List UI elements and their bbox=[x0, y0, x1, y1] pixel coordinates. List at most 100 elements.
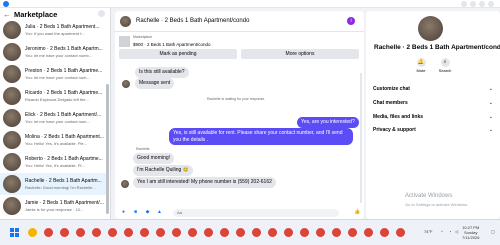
chrome-icon[interactable] bbox=[284, 228, 293, 237]
facebook-logo-icon[interactable] bbox=[3, 1, 9, 7]
conversation-item[interactable]: Jamie · 2 Beds 1 Bath Apartment/... Jami… bbox=[0, 195, 106, 217]
chat-avatar[interactable] bbox=[120, 16, 131, 27]
listing-thumbnail[interactable] bbox=[119, 36, 130, 47]
weather-widget[interactable]: 74°F bbox=[424, 229, 433, 234]
network-icon[interactable]: ◔ bbox=[449, 229, 451, 234]
search-button[interactable]: ⌕ Search bbox=[434, 58, 456, 73]
search-label: Search bbox=[438, 68, 452, 73]
chrome-icon[interactable] bbox=[252, 228, 261, 237]
notifications-icon[interactable]: ▢ bbox=[491, 229, 495, 234]
avatar bbox=[3, 131, 21, 149]
avatar bbox=[3, 153, 21, 171]
windows-start-icon[interactable] bbox=[10, 228, 19, 237]
top-right-controls bbox=[461, 1, 494, 7]
avatar bbox=[3, 197, 21, 215]
conversation-item[interactable]: Julia · 2 Beds 1 Bath Apartment... You: … bbox=[0, 19, 106, 41]
conversation-item[interactable]: Jeronimo · 2 Beds 1 Bath Apartm... You: … bbox=[0, 41, 106, 63]
profile-avatar[interactable] bbox=[418, 16, 443, 41]
customize-chat-item[interactable]: Customize chat ⌄ bbox=[373, 86, 493, 92]
chrome-icon[interactable] bbox=[364, 228, 373, 237]
chrome-icon[interactable] bbox=[236, 228, 245, 237]
chrome-icon[interactable] bbox=[44, 228, 53, 237]
conversation-name: Molina · 2 Beds 1 Bath Apartment... bbox=[25, 134, 104, 140]
microphone-icon[interactable]: ● bbox=[121, 210, 126, 215]
conversation-preview: You: let me have your contact num... bbox=[25, 119, 90, 124]
conversation-preview: You: If you want the apartment t... bbox=[25, 31, 85, 36]
listing-title[interactable]: $900 · 2 Beds 1 Bath Apartment/condo bbox=[133, 42, 211, 47]
divider bbox=[115, 31, 364, 32]
conversation-item[interactable]: Preston · 2 Beds 1 Bath Apartme... You: … bbox=[0, 63, 106, 85]
windows-taskbar: 74°F ^ ◔ ◁ 10:27 PM Sunday 7/11/2026 ▢ bbox=[0, 219, 500, 245]
like-icon[interactable]: 👍 bbox=[354, 210, 360, 215]
account-avatar[interactable] bbox=[488, 1, 494, 7]
chrome-icon[interactable] bbox=[76, 228, 85, 237]
more-options-button[interactable]: More options bbox=[241, 49, 359, 59]
privacy-support-item[interactable]: Privacy & support ⌄ bbox=[373, 127, 493, 133]
message-bubble: Yes I am still interested! My phone numb… bbox=[133, 177, 276, 188]
sender-name: Rachelle bbox=[136, 147, 150, 151]
chrome-icon[interactable] bbox=[60, 228, 69, 237]
back-arrow-icon[interactable]: ← bbox=[3, 10, 11, 19]
chrome-icon[interactable] bbox=[172, 228, 181, 237]
gif-icon[interactable]: ▲ bbox=[157, 210, 162, 215]
chrome-icon[interactable] bbox=[140, 228, 149, 237]
chrome-icon[interactable] bbox=[156, 228, 165, 237]
message-bubble: Message sent bbox=[135, 78, 175, 89]
mark-as-pending-button[interactable]: Mark as pending bbox=[119, 49, 237, 59]
chrome-icon[interactable] bbox=[332, 228, 341, 237]
conversation-item[interactable]: Elick · 2 Beds 1 Bath Apartment/... You:… bbox=[0, 107, 106, 129]
menu-icon[interactable] bbox=[461, 1, 467, 7]
chrome-icon[interactable] bbox=[396, 228, 405, 237]
message-bubble: Is this still available? bbox=[135, 67, 189, 78]
new-message-icon[interactable] bbox=[98, 10, 105, 17]
avatar bbox=[3, 21, 21, 39]
chrome-icon[interactable] bbox=[188, 228, 197, 237]
chat-scrollbar[interactable] bbox=[360, 73, 362, 203]
chrome-icon[interactable] bbox=[316, 228, 325, 237]
conversation-item[interactable]: Roberto · 2 Beds 1 Bath Apartme... You: … bbox=[0, 151, 106, 173]
chrome-icon[interactable] bbox=[220, 228, 229, 237]
menu-label: Chat members bbox=[373, 100, 408, 106]
conversation-item[interactable]: Ricardo · 2 Beds 1 Bath Apartme... Ricar… bbox=[0, 85, 106, 107]
chrome-icon[interactable] bbox=[348, 228, 357, 237]
conversation-item-selected[interactable]: Rachelle · 2 Beds 1 Bath Apartm... Rache… bbox=[0, 173, 106, 195]
marketplace-sidebar: ← Marketplace Julia · 2 Beds 1 Bath Apar… bbox=[0, 8, 111, 219]
message-input[interactable]: Aa bbox=[173, 209, 339, 217]
sticker-icon[interactable]: ◆ bbox=[145, 210, 150, 215]
chevron-down-icon: ⌄ bbox=[488, 100, 493, 106]
media-files-links-item[interactable]: Media, files and links ⌄ bbox=[373, 114, 493, 120]
volume-icon[interactable]: ◁ bbox=[455, 229, 458, 234]
conversation-name: Jeronimo · 2 Beds 1 Bath Apartm... bbox=[25, 46, 103, 52]
clock-date: 7/11/2026 bbox=[462, 235, 480, 240]
sidebar-scrollbar[interactable] bbox=[106, 84, 109, 214]
conversation-preview: You: Hello! Yes, it's available. Pl... bbox=[25, 163, 85, 168]
menu-label: Privacy & support bbox=[373, 127, 416, 133]
chrome-icon[interactable] bbox=[300, 228, 309, 237]
chrome-icon[interactable] bbox=[268, 228, 277, 237]
avatar bbox=[3, 43, 21, 61]
chat-title[interactable]: Rachelle · 2 Beds 1 Bath Apartment/condo bbox=[136, 18, 249, 24]
conversation-preview: Rachelle: Good morning! I'm Rachelle... bbox=[25, 185, 96, 190]
conversation-item[interactable]: Molina · 2 Beds 1 Bath Apartment... You:… bbox=[0, 129, 106, 151]
file-explorer-icon[interactable] bbox=[28, 228, 37, 237]
chrome-icon[interactable] bbox=[124, 228, 133, 237]
mute-label: Mute bbox=[416, 68, 426, 73]
message-bubble-outgoing: Yes, is still available for rent. Please… bbox=[169, 128, 353, 145]
avatar bbox=[3, 87, 21, 105]
mute-button[interactable]: 🔔 Mute bbox=[410, 58, 432, 73]
chrome-icon[interactable] bbox=[204, 228, 213, 237]
tray-expand-icon[interactable]: ^ bbox=[441, 229, 443, 234]
messenger-icon[interactable] bbox=[470, 1, 476, 7]
chrome-icon[interactable] bbox=[380, 228, 389, 237]
chat-members-item[interactable]: Chat members ⌄ bbox=[373, 100, 493, 106]
chrome-icon[interactable] bbox=[92, 228, 101, 237]
conversation-preview: Jamie is for your response · 10... bbox=[25, 207, 84, 212]
chat-details-panel: Rachelle · 2 Beds 1 Bath Apartment/condo… bbox=[366, 11, 500, 219]
conversation-name: Roberto · 2 Beds 1 Bath Apartme... bbox=[25, 156, 103, 162]
system-clock[interactable]: 10:27 PM Sunday 7/11/2026 bbox=[462, 225, 480, 240]
image-icon[interactable]: ■ bbox=[133, 210, 138, 215]
chrome-icon[interactable] bbox=[108, 228, 117, 237]
notifications-icon[interactable] bbox=[479, 1, 485, 7]
sidebar-header: ← Marketplace bbox=[0, 8, 111, 19]
info-icon[interactable]: i bbox=[347, 17, 355, 25]
